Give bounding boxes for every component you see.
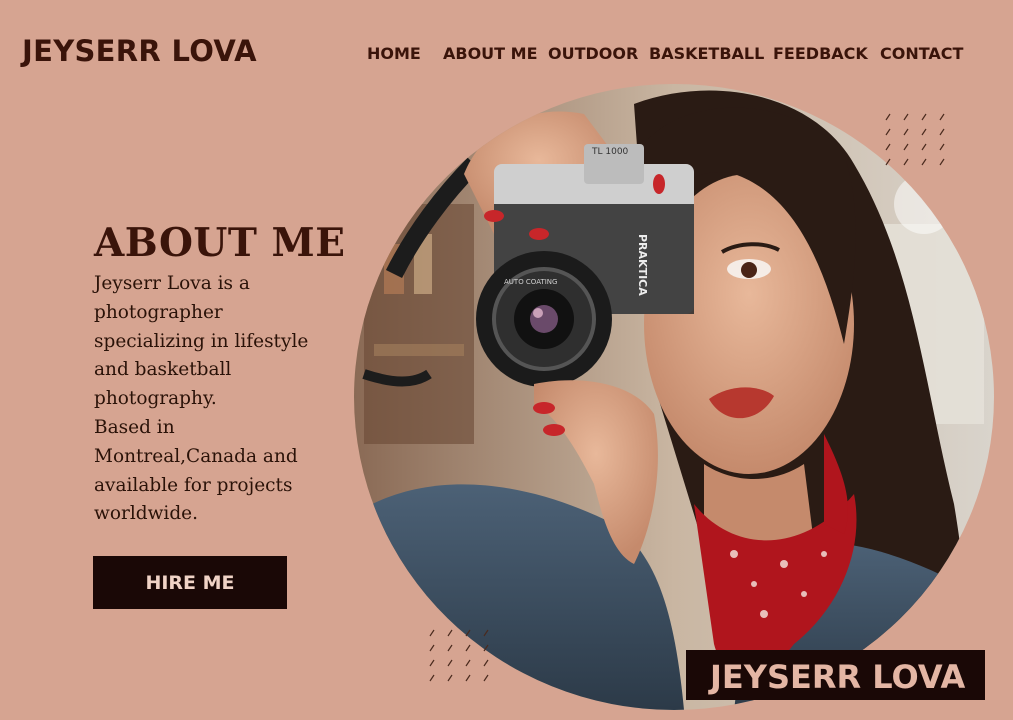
bio-line: Montreal,Canada and [94,445,298,467]
nav-basketball[interactable]: BASKETBALL [649,44,764,63]
nav-about-me[interactable]: ABOUT ME [443,44,538,63]
bio-line: Jeyserr Lova is a [94,273,250,294]
photographer-illustration: PRAKTICA TL 1000 AUTO COATING [354,84,994,710]
slash-pattern-decoration [885,113,945,166]
about-bio: Jeyserr Lova is a photographer specializ… [94,270,334,529]
bio-line: worldwide. [94,503,198,525]
nav-outdoor[interactable]: OUTDOOR [548,44,638,63]
lens-label: AUTO COATING [504,278,557,286]
banner-text: JEYSERR LOVA [710,658,966,696]
about-heading: ABOUT ME [94,220,346,266]
hero-photo: PRAKTICA TL 1000 AUTO COATING [354,84,994,710]
bio-line: specializing in lifestyle [94,330,309,352]
bio-line: available for projects [94,474,293,496]
name-banner: JEYSERR LOVA [686,650,985,700]
nav-contact[interactable]: CONTACT [880,44,963,63]
bio-line: Based in [94,416,175,438]
bio-line: photography. [94,388,217,410]
bio-line: photographer [94,301,223,323]
nav-home[interactable]: HOME [367,44,421,63]
main-nav: HOME ABOUT ME OUTDOOR BASKETBALL FEEDBAC… [0,44,1013,66]
camera-model-label: TL 1000 [591,147,629,157]
camera-brand-label: PRAKTICA [636,234,649,296]
nav-feedback[interactable]: FEEDBACK [773,44,868,63]
bio-line: and basketball [94,359,232,381]
hire-me-button[interactable]: HIRE ME [93,556,287,609]
slash-pattern-decoration [429,629,489,682]
